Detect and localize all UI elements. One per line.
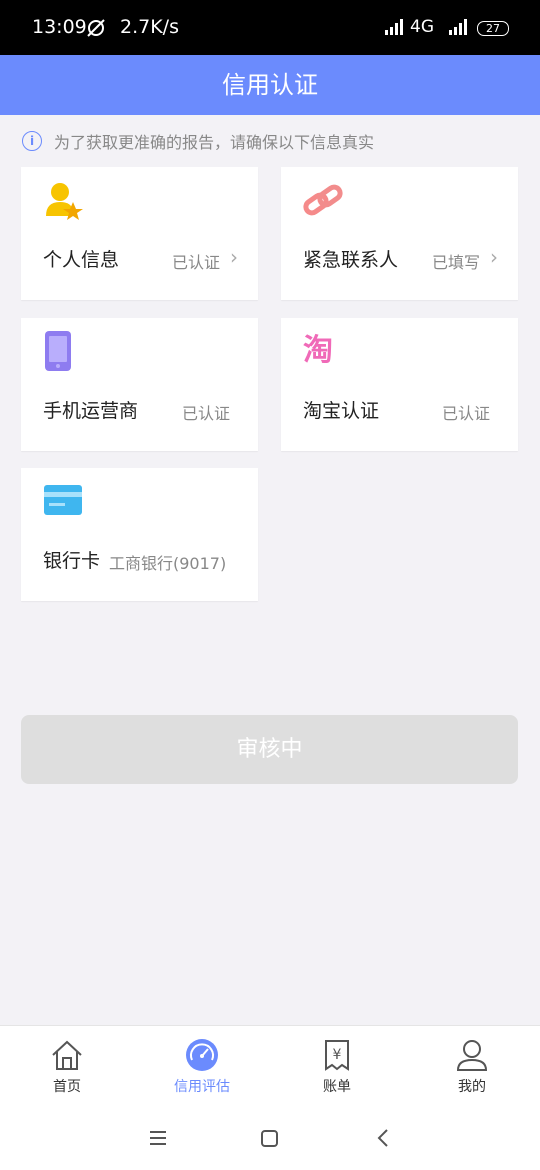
gauge-icon [186, 1039, 218, 1071]
tab-me[interactable]: 我的 [422, 1038, 522, 1096]
tab-label: 首页 [53, 1079, 81, 1095]
bank-info: 工商银行(9017) [109, 554, 227, 573]
bottom-tab-bar: 首页 信用评估 ¥ 账单 我的 [0, 1025, 540, 1106]
user-icon [456, 1040, 488, 1071]
card-title: 紧急联系人 [303, 249, 399, 271]
card-status: 已填写 [431, 253, 480, 272]
tab-bill[interactable]: ¥ 账单 [287, 1038, 387, 1096]
card-title: 淘宝认证 [303, 400, 380, 422]
home-square-icon[interactable] [261, 1130, 278, 1147]
bill-icon: ¥ [325, 1040, 349, 1071]
card-mobile-operator[interactable]: 手机运营商 已认证 [21, 318, 258, 451]
status-time: 13:09 [32, 16, 87, 38]
tab-label: 账单 [323, 1079, 351, 1095]
card-title: 银行卡 [43, 550, 101, 572]
card-status: 已认证 [171, 253, 220, 272]
link-icon [303, 184, 343, 216]
taobao-icon: 淘 [303, 333, 333, 368]
status-bar: 13:09 2.7K/s 4G 27 [0, 0, 540, 55]
signal-icon-2 [449, 19, 467, 35]
tab-label: 我的 [458, 1079, 486, 1095]
chevron-right-icon: › [490, 245, 498, 269]
chevron-right-icon: › [230, 245, 238, 269]
back-icon[interactable] [377, 1129, 389, 1147]
notice-bar: i 为了获取更准确的报告，请确保以下信息真实 [22, 128, 374, 154]
card-title: 个人信息 [43, 249, 120, 271]
phone-icon [45, 331, 71, 371]
card-status: 已认证 [181, 404, 230, 423]
tab-label: 信用评估 [174, 1079, 230, 1095]
network-speed: 2.7K/s [120, 16, 179, 38]
card-bank[interactable]: 银行卡 工商银行(9017) [21, 468, 258, 601]
tab-home[interactable]: 首页 [17, 1038, 117, 1096]
person-star-icon [46, 183, 83, 220]
card-personal-info[interactable]: 个人信息 已认证 › [21, 167, 258, 300]
card-status: 已认证 [441, 404, 490, 423]
card-taobao[interactable]: 淘 淘宝认证 已认证 [281, 318, 518, 451]
bank-card-icon [44, 485, 82, 515]
page-title: 信用认证 [0, 55, 540, 115]
menu-icon[interactable] [149, 1130, 167, 1146]
card-emergency-contact[interactable]: 紧急联系人 已填写 › [281, 167, 518, 300]
battery-icon: 27 [477, 21, 509, 36]
signal-icon [385, 19, 403, 35]
svg-text:¥: ¥ [333, 1047, 342, 1063]
info-icon: i [22, 131, 42, 151]
alarm-off-icon [87, 19, 105, 37]
review-status-button[interactable]: 审核中 [21, 715, 518, 784]
home-icon [52, 1040, 82, 1070]
system-nav-bar [0, 1106, 540, 1170]
card-title: 手机运营商 [43, 400, 139, 422]
tab-credit-assessment[interactable]: 信用评估 [152, 1038, 252, 1096]
notice-text: 为了获取更准确的报告，请确保以下信息真实 [54, 133, 375, 152]
network-type: 4G [410, 17, 434, 37]
